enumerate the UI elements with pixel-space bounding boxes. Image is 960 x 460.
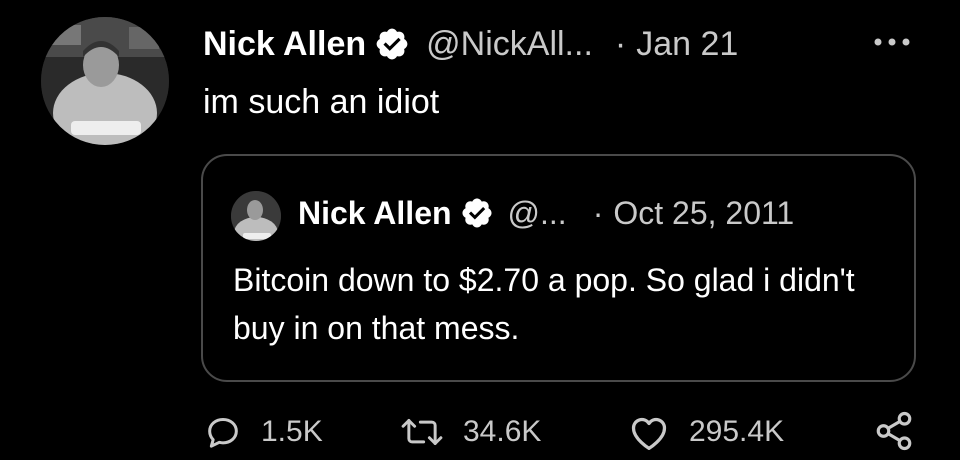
quoted-tweet-header: Nick Allen @... · Oct 25, 2011 — [298, 192, 794, 234]
heart-icon — [631, 417, 667, 450]
separator-dot: · — [592, 195, 604, 231]
quoted-tweet-card[interactable]: Nick Allen @... · Oct 25, 2011 Bitcoin d… — [201, 154, 916, 382]
quoted-tweet-text: Bitcoin down to $2.70 a pop. So glad i d… — [233, 262, 855, 346]
share-button[interactable] — [873, 410, 933, 452]
tweet-header: Nick Allen @NickAll... · Jan 21 — [203, 22, 738, 66]
quoted-avatar — [231, 191, 281, 241]
reply-count: 1.5K — [261, 415, 323, 448]
like-count: 295.4K — [689, 415, 785, 448]
retweet-count: 34.6K — [463, 415, 542, 448]
avatar-photo — [41, 17, 169, 145]
quoted-author-handle: @... — [507, 195, 567, 231]
author-handle[interactable]: @NickAll... — [426, 22, 593, 66]
tweet-date[interactable]: Jan 21 — [636, 22, 738, 66]
quoted-author-name: Nick Allen — [298, 195, 452, 231]
more-options-icon[interactable] — [868, 30, 916, 54]
verified-badge-icon — [462, 198, 492, 228]
tweet-actions: 1.5K 34.6K 295.4K — [203, 410, 923, 460]
avatar[interactable] — [41, 17, 169, 145]
author-name[interactable]: Nick Allen — [203, 22, 366, 66]
retweet-icon — [401, 419, 443, 445]
quoted-avatar-photo — [231, 191, 281, 241]
quoted-tweet-date: Oct 25, 2011 — [613, 195, 795, 231]
retweet-button[interactable]: 34.6K — [399, 410, 541, 454]
tweet-text: im such an idiot — [203, 83, 440, 121]
verified-badge-icon — [376, 28, 408, 60]
separator-dot: · — [614, 25, 627, 63]
share-icon — [876, 411, 912, 451]
like-button[interactable]: 295.4K — [627, 410, 784, 454]
reply-button[interactable]: 1.5K — [203, 410, 323, 454]
reply-icon — [208, 418, 238, 448]
